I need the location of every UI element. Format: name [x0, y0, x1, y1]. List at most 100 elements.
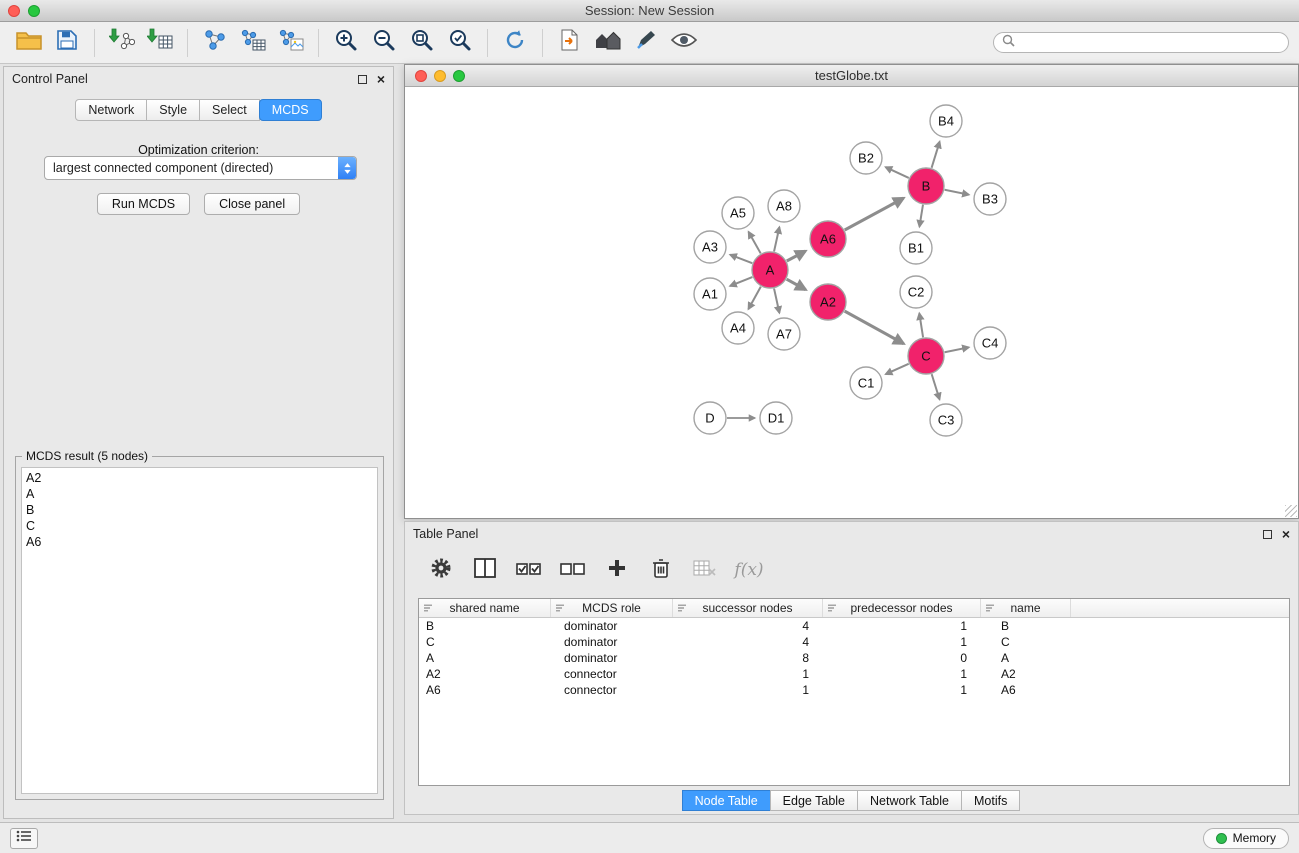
tab-select[interactable]: Select: [199, 99, 260, 121]
table-cell[interactable]: 1: [673, 666, 823, 682]
table-cell[interactable]: 4: [673, 634, 823, 650]
tab-network-table[interactable]: Network Table: [857, 790, 962, 811]
table-cell[interactable]: 1: [673, 682, 823, 698]
graph-edge-C-C1[interactable]: [886, 364, 909, 374]
table-cell[interactable]: 1: [823, 618, 981, 634]
graph-node-A5[interactable]: A5: [722, 197, 754, 229]
graph-edge-B-B3[interactable]: [945, 190, 969, 195]
table-cell[interactable]: 1: [823, 634, 981, 650]
table-cell[interactable]: A: [419, 650, 551, 666]
graph-node-B4[interactable]: B4: [930, 105, 962, 137]
save-session-button[interactable]: [48, 26, 86, 60]
import-table-button[interactable]: [141, 26, 179, 60]
network-canvas[interactable]: B4B2BB3A5A8A6B1A3AC2A1A2A4A7C4CC1C3DD1: [405, 87, 1298, 518]
zoom-fit-button[interactable]: [403, 26, 441, 60]
network-window-titlebar[interactable]: testGlobe.txt: [405, 65, 1298, 87]
graph-node-B1[interactable]: B1: [900, 232, 932, 264]
search-field[interactable]: [993, 32, 1289, 53]
zoom-selected-button[interactable]: [441, 26, 479, 60]
network-from-table-button[interactable]: [234, 26, 272, 60]
table-cell[interactable]: C: [419, 634, 551, 650]
graph-node-C3[interactable]: C3: [930, 404, 962, 436]
table-cell[interactable]: A6: [981, 682, 1071, 698]
tab-motifs[interactable]: Motifs: [961, 790, 1020, 811]
close-panel-button[interactable]: Close panel: [204, 193, 300, 215]
column-header-successor-nodes[interactable]: successor nodes: [673, 599, 823, 617]
graph-node-C4[interactable]: C4: [974, 327, 1006, 359]
graph-node-A1[interactable]: A1: [694, 278, 726, 310]
mcds-result-item[interactable]: C: [22, 518, 377, 534]
session-file-button[interactable]: [551, 26, 589, 60]
table-row[interactable]: A2connector11A2: [419, 666, 1289, 682]
resize-grip[interactable]: [1285, 505, 1297, 517]
graph-node-C[interactable]: C: [908, 338, 944, 374]
graph-node-C1[interactable]: C1: [850, 367, 882, 399]
graph-node-A8[interactable]: A8: [768, 190, 800, 222]
zoom-out-button[interactable]: [365, 26, 403, 60]
graph-node-A6[interactable]: A6: [810, 221, 846, 257]
birds-eye-view-button[interactable]: [665, 26, 703, 60]
zoom-in-button[interactable]: [327, 26, 365, 60]
export-network-image-button[interactable]: [272, 26, 310, 60]
show-columns-button[interactable]: [467, 552, 503, 588]
tab-network[interactable]: Network: [75, 99, 147, 121]
graph-edge-A-A8[interactable]: [774, 227, 779, 251]
graph-edge-A-A3[interactable]: [730, 255, 752, 263]
table-cell[interactable]: connector: [551, 666, 673, 682]
delete-table-button[interactable]: [687, 552, 723, 588]
open-file-button[interactable]: [10, 26, 48, 60]
graph-edge-A-A4[interactable]: [748, 287, 760, 309]
float-panel-icon[interactable]: [358, 75, 367, 84]
graph-node-B[interactable]: B: [908, 168, 944, 204]
network-view-window[interactable]: testGlobe.txt B4B2BB3A5A8A6B1A3AC2A1A2A4…: [404, 64, 1299, 519]
optimization-criterion-select[interactable]: largest connected component (directed): [44, 156, 357, 180]
float-table-panel-icon[interactable]: [1263, 530, 1272, 539]
zoom-network-window-button[interactable]: [453, 70, 465, 82]
table-cell[interactable]: 8: [673, 650, 823, 666]
close-table-panel-icon[interactable]: ×: [1282, 529, 1290, 539]
graph-node-A4[interactable]: A4: [722, 312, 754, 344]
table-cell[interactable]: connector: [551, 682, 673, 698]
table-cell[interactable]: dominator: [551, 634, 673, 650]
graph-edge-A6-B[interactable]: [845, 198, 904, 230]
graph-node-B3[interactable]: B3: [974, 183, 1006, 215]
table-cell[interactable]: A2: [419, 666, 551, 682]
mcds-result-item[interactable]: A: [22, 486, 377, 502]
graph-node-A3[interactable]: A3: [694, 231, 726, 263]
table-cell[interactable]: A2: [981, 666, 1071, 682]
graph-edge-C-C4[interactable]: [945, 347, 969, 352]
table-cell[interactable]: B: [419, 618, 551, 634]
mcds-result-item[interactable]: B: [22, 502, 377, 518]
graph-node-D1[interactable]: D1: [760, 402, 792, 434]
table-row[interactable]: Adominator80A: [419, 650, 1289, 666]
table-cell[interactable]: 0: [823, 650, 981, 666]
tab-style[interactable]: Style: [146, 99, 200, 121]
table-cell[interactable]: 1: [823, 666, 981, 682]
close-window-button[interactable]: [8, 5, 20, 17]
search-input[interactable]: [1019, 36, 1280, 50]
delete-column-button[interactable]: [643, 552, 679, 588]
column-header-name[interactable]: name: [981, 599, 1071, 617]
import-network-button[interactable]: [103, 26, 141, 60]
annotation-button[interactable]: [627, 26, 665, 60]
table-row[interactable]: Bdominator41B: [419, 618, 1289, 634]
graph-edge-B-B4[interactable]: [932, 142, 940, 168]
close-panel-icon[interactable]: ×: [377, 74, 385, 84]
run-mcds-button[interactable]: Run MCDS: [97, 193, 190, 215]
graph-edge-A2-C[interactable]: [845, 311, 904, 343]
graph-edge-C-C2[interactable]: [919, 313, 923, 337]
new-network-button[interactable]: [196, 26, 234, 60]
table-cell[interactable]: 4: [673, 618, 823, 634]
graph-edge-B-B1[interactable]: [919, 205, 923, 227]
titlebar[interactable]: Session: New Session: [0, 0, 1299, 22]
graph-edge-B-B2[interactable]: [886, 167, 909, 178]
table-row[interactable]: A6connector11A6: [419, 682, 1289, 698]
tab-edge-table[interactable]: Edge Table: [770, 790, 858, 811]
mcds-result-list[interactable]: A2ABCA6: [21, 467, 378, 794]
table-cell[interactable]: A6: [419, 682, 551, 698]
column-header-MCDS-role[interactable]: MCDS role: [551, 599, 673, 617]
tab-mcds[interactable]: MCDS: [259, 99, 322, 121]
mcds-result-item[interactable]: A6: [22, 534, 377, 550]
graph-node-D[interactable]: D: [694, 402, 726, 434]
memory-button[interactable]: Memory: [1203, 828, 1289, 849]
